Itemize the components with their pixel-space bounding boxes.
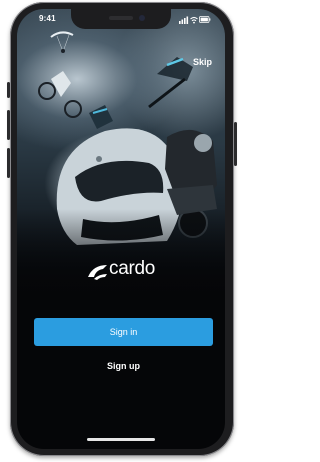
volume-down-button [7, 148, 10, 178]
skier-shape [157, 57, 193, 81]
paraglider-wing-shape [50, 31, 74, 38]
rider-helmet-shape [194, 134, 212, 152]
app-screen: 9:41 Skip cardo Sign in Sign up [17, 9, 225, 449]
mute-switch [7, 82, 10, 98]
sign-in-button[interactable]: Sign in [34, 318, 213, 346]
home-indicator[interactable] [87, 438, 155, 441]
status-icons [179, 16, 211, 24]
bike-wheel-shape [38, 82, 56, 100]
camera-notch [71, 9, 171, 29]
status-time: 9:41 [39, 14, 56, 23]
battery-icon [199, 16, 211, 23]
wifi-icon [190, 16, 198, 24]
sign-up-button[interactable]: Sign up [34, 357, 213, 375]
power-button [234, 122, 237, 166]
skip-button[interactable]: Skip [193, 57, 212, 67]
signal-icon [179, 16, 189, 24]
front-camera-icon [139, 15, 145, 21]
volume-up-button [7, 110, 10, 140]
speaker-grille [109, 16, 133, 20]
brand-logo-text: cardo [109, 258, 156, 279]
